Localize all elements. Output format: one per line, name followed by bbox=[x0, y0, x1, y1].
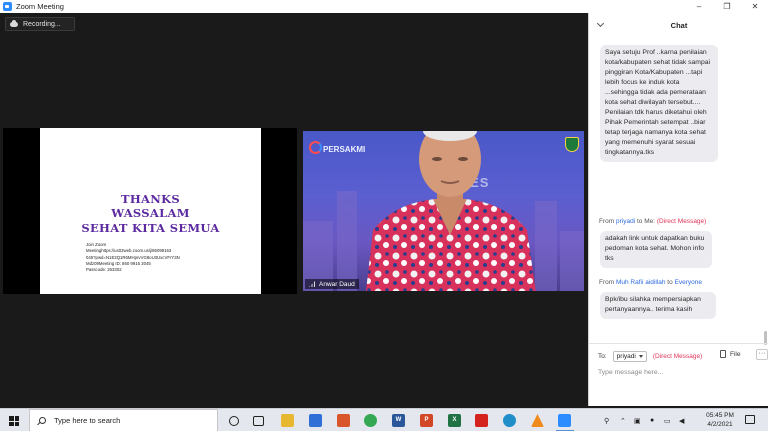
minimize-button[interactable]: – bbox=[688, 0, 710, 13]
slide-meeting-info: Join Zoom Meetinghttps://us02web.zoom.us… bbox=[86, 242, 256, 273]
maximize-button[interactable]: ❐ bbox=[716, 0, 738, 13]
acrobat-icon[interactable] bbox=[475, 414, 488, 427]
signal-strength-icon bbox=[309, 281, 315, 287]
zoom-app-icon bbox=[3, 2, 12, 11]
chevron-down-icon[interactable] bbox=[596, 19, 605, 28]
recipient-row: To: priyadi (Direct Message) File ··· bbox=[598, 349, 768, 362]
taskbar-search-placeholder: Type here to search bbox=[54, 416, 121, 425]
video-area: Recording... THANKS WASSALAM SEHAT KITA … bbox=[0, 13, 588, 406]
vlc-icon[interactable] bbox=[531, 414, 544, 427]
taskbar-clock[interactable]: 05:45 PM 4/2/2021 bbox=[700, 411, 740, 429]
file-icon bbox=[720, 350, 726, 358]
recipient-select-value: priyadi bbox=[616, 352, 636, 360]
search-icon bbox=[39, 417, 46, 424]
sender-name[interactable]: priyadi bbox=[616, 218, 635, 225]
mail-icon[interactable] bbox=[309, 414, 322, 427]
task-view-icon[interactable] bbox=[253, 416, 264, 426]
more-options-button[interactable]: ··· bbox=[756, 349, 768, 360]
to-label: to bbox=[636, 218, 643, 225]
cortana-icon[interactable] bbox=[229, 416, 239, 426]
chevron-up-icon[interactable]: ⌃ bbox=[620, 409, 626, 431]
file-label: File bbox=[730, 350, 741, 358]
to-label: To: bbox=[598, 352, 607, 360]
clock-time: 05:45 PM bbox=[706, 412, 734, 419]
recording-label: Recording... bbox=[23, 20, 61, 28]
zoom-taskbar-icon[interactable] bbox=[558, 414, 571, 427]
presentation-slide: THANKS WASSALAM SEHAT KITA SEMUA Join Zo… bbox=[40, 128, 261, 294]
powerpoint-icon[interactable]: P bbox=[420, 414, 433, 427]
slide-heading-2: WASSALAM bbox=[111, 206, 190, 220]
windows-start-icon[interactable] bbox=[9, 416, 19, 426]
title-bar: Zoom Meeting – ❐ ✕ bbox=[0, 0, 768, 13]
chrome-icon[interactable] bbox=[364, 414, 377, 427]
recipient-name: Me: bbox=[644, 218, 656, 225]
caret-down-icon bbox=[638, 354, 643, 358]
background-building bbox=[337, 191, 357, 291]
close-button[interactable]: ✕ bbox=[744, 0, 766, 13]
slide-heading-1: THANKS bbox=[121, 192, 180, 206]
chat-message-meta: From priyadi to Me: (Direct Message) bbox=[599, 218, 706, 225]
microphone-icon[interactable]: ● bbox=[650, 409, 654, 431]
file-explorer-icon[interactable] bbox=[281, 414, 294, 427]
from-label: From bbox=[599, 218, 615, 225]
chat-message-list[interactable]: Saya setuju Prof ..karna penilaian kota/… bbox=[589, 38, 763, 341]
participant-name: Anwar Daud bbox=[319, 280, 355, 288]
chat-message: Bpk/ibu silahka mempersiapkan pertanyaan… bbox=[600, 292, 716, 319]
sender-name[interactable]: Muh Rafii aidillah bbox=[616, 279, 666, 286]
chat-message-meta: From Muh Rafii aidillah to Everyone bbox=[599, 279, 702, 286]
background-building bbox=[560, 231, 584, 291]
recipient-select[interactable]: priyadi bbox=[612, 350, 647, 362]
recipient-name: Everyone bbox=[674, 279, 702, 286]
chat-title: Chat bbox=[670, 21, 688, 30]
shared-screen-tile[interactable]: THANKS WASSALAM SEHAT KITA SEMUA Join Zo… bbox=[3, 128, 297, 294]
windows-taskbar: Type here to search W P X ⚲ ⌃ ▣ ● ▭ ◀ 05… bbox=[0, 408, 768, 431]
to-label: to bbox=[667, 279, 673, 286]
store-icon[interactable] bbox=[337, 414, 350, 427]
crest-icon bbox=[565, 137, 579, 152]
direct-message-tag: (Direct Message) bbox=[656, 218, 707, 225]
taskbar-search-box[interactable]: Type here to search bbox=[29, 409, 218, 431]
slide-heading-3: SEHAT KITA SEMUA bbox=[81, 221, 220, 235]
people-icon[interactable]: ⚲ bbox=[604, 409, 609, 431]
chat-panel: Chat Saya setuju Prof ..karna penilaian … bbox=[588, 13, 768, 406]
participant-name-tag: Anwar Daud bbox=[305, 279, 359, 289]
edge-icon[interactable] bbox=[503, 414, 516, 427]
battery-icon[interactable]: ▭ bbox=[664, 409, 671, 431]
direct-message-label: (Direct Message) bbox=[652, 352, 703, 360]
chat-message: Saya setuju Prof ..karna penilaian kota/… bbox=[600, 45, 718, 162]
slide-info-line: Passcode: 263302 bbox=[86, 267, 122, 273]
file-button[interactable]: File bbox=[720, 350, 740, 358]
speaker-person bbox=[366, 131, 536, 291]
window-title: Zoom Meeting bbox=[16, 2, 64, 11]
speaker-video-tile[interactable]: PERSAKMI LITIES Anwa bbox=[303, 131, 584, 291]
chat-message: adakah link untuk dapatkan buku pedoman … bbox=[600, 231, 712, 268]
recording-indicator[interactable]: Recording... bbox=[5, 17, 75, 31]
cloud-recording-icon bbox=[10, 19, 18, 27]
network-icon[interactable]: ▣ bbox=[634, 409, 641, 431]
clock-date: 4/2/2021 bbox=[707, 421, 733, 428]
volume-icon[interactable]: ◀ bbox=[679, 409, 684, 431]
chat-header: Chat bbox=[589, 13, 768, 38]
excel-icon[interactable]: X bbox=[448, 414, 461, 427]
notification-icon[interactable] bbox=[745, 415, 755, 424]
chat-message-input[interactable] bbox=[598, 366, 758, 378]
from-label: From bbox=[599, 279, 615, 286]
word-icon[interactable]: W bbox=[392, 414, 405, 427]
chat-compose-area: To: priyadi (Direct Message) File ··· bbox=[589, 343, 768, 406]
